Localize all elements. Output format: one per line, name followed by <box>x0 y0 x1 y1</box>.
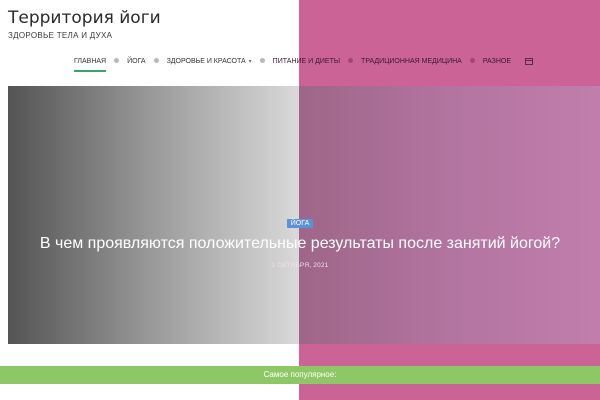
nav-separator-icon <box>114 58 120 64</box>
nav-item-misc[interactable]: РАЗНОЕ <box>483 58 511 65</box>
nav-item-nutrition[interactable]: ПИТАНИЕ И ДИЕТЫ <box>273 58 340 65</box>
post-title[interactable]: В чем проявляются положительные результа… <box>8 234 592 254</box>
main-navigation: ГЛАВНАЯ ЙОГА ЗДОРОВЬЕ И КРАСОТА ▾ ПИТАНИ… <box>74 54 534 72</box>
site-header: Территория йоги ЗДОРОВЬЕ ТЕЛА И ДУХА <box>8 8 161 40</box>
nav-item-health-beauty-label: ЗДОРОВЬЕ И КРАСОТА <box>166 57 246 65</box>
nav-item-traditional-medicine[interactable]: ТРАДИЦИОННАЯ МЕДИЦИНА <box>361 58 462 65</box>
nav-separator-icon <box>259 58 265 64</box>
nav-item-home[interactable]: ГЛАВНАЯ <box>74 58 107 72</box>
nav-item-health-beauty[interactable]: ЗДОРОВЬЕ И КРАСОТА ▾ <box>167 58 252 65</box>
nav-separator-icon <box>153 58 159 64</box>
hero-content: ЙОГА В чем проявляются положительные рез… <box>8 212 592 269</box>
nav-separator-icon <box>348 58 354 64</box>
popular-posts-bar: Самое популярное: <box>0 366 600 384</box>
site-tagline: ЗДОРОВЬЕ ТЕЛА И ДУХА <box>8 31 113 40</box>
nav-item-yoga[interactable]: ЙОГА <box>127 58 145 65</box>
hero-featured-post[interactable]: ЙОГА В чем проявляются положительные рез… <box>8 86 600 344</box>
post-date: 1 ОКТЯБРЯ, 2021 <box>271 262 329 269</box>
chevron-down-icon: ▾ <box>248 58 252 65</box>
nav-separator-icon <box>469 58 475 64</box>
category-badge[interactable]: ЙОГА <box>286 219 314 228</box>
calendar-icon[interactable] <box>525 57 534 65</box>
site-title[interactable]: Территория йоги <box>8 8 161 28</box>
